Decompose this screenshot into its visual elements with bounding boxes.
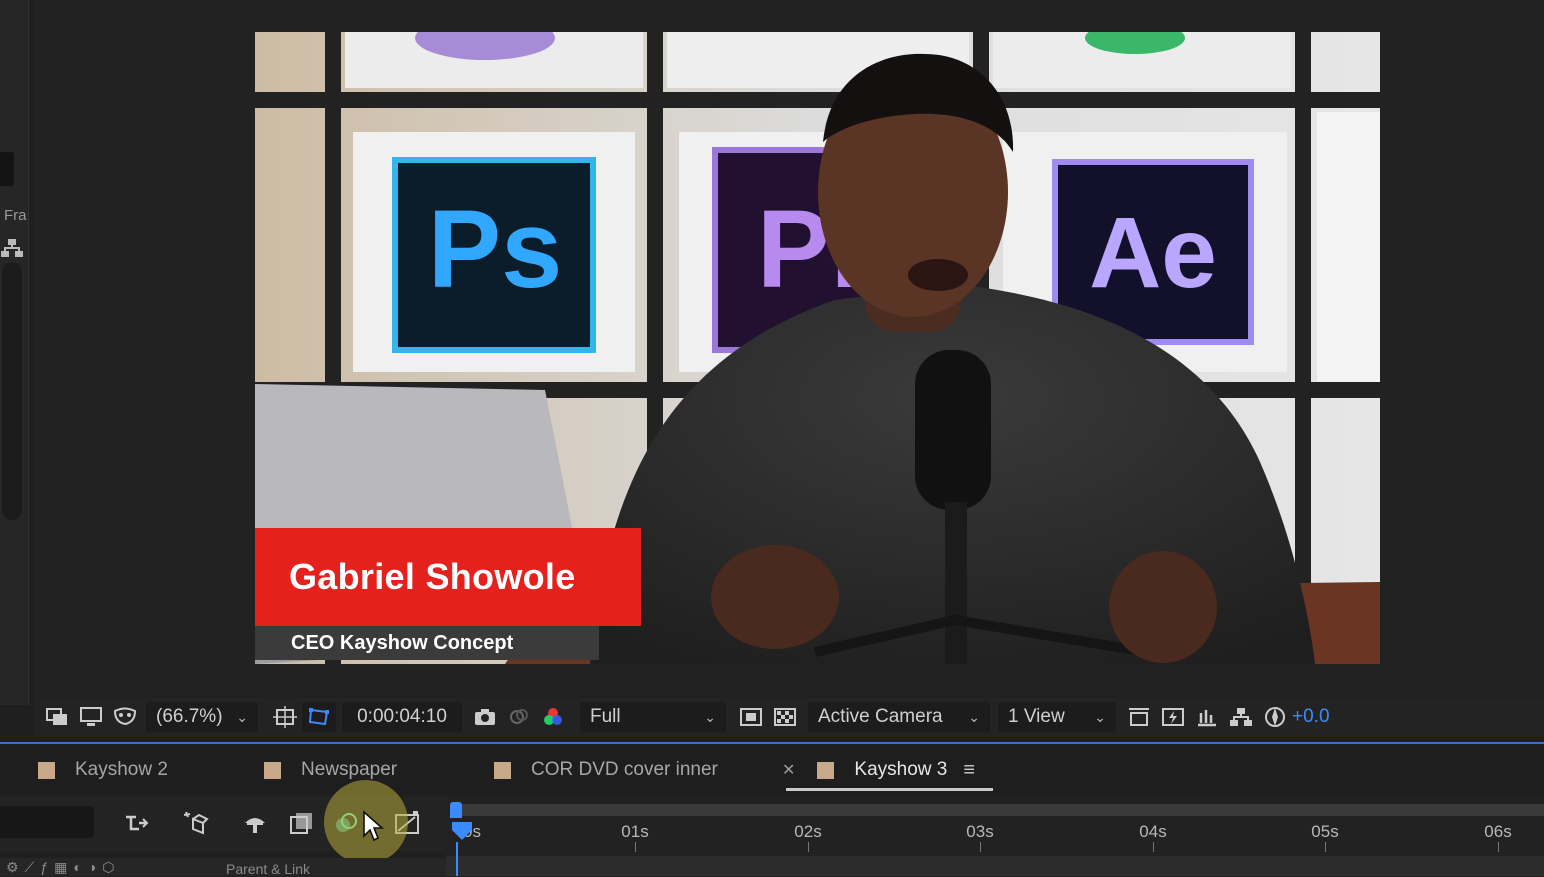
shy-layers-icon[interactable] [238, 806, 272, 840]
panel-divider [0, 742, 1544, 744]
active-tab-indicator [786, 788, 994, 791]
always-preview-icon[interactable] [40, 702, 74, 732]
ruler-tick-label: 02s [794, 822, 822, 841]
region-of-interest-icon[interactable] [734, 702, 768, 732]
ruler-tick [808, 842, 809, 852]
view-layout-dropdown[interactable]: 1 View ⌄ [998, 702, 1116, 732]
composition-mini-flowchart-icon[interactable] [120, 806, 154, 840]
ruler-tick [635, 842, 636, 852]
draft-3d-icon[interactable] [178, 806, 212, 840]
magnification-dropdown[interactable]: (66.7%) ⌄ [146, 702, 258, 732]
viewer-toolbar: (66.7%) ⌄ 0:00:04:10 Full ⌄ Active Camer… [34, 697, 1544, 737]
svg-text:Ps: Ps [428, 188, 563, 311]
tab-label: Newspaper [301, 759, 398, 780]
tab-label: Kayshow 2 [75, 759, 168, 780]
reset-exposure-icon[interactable] [1258, 702, 1292, 732]
camera-snapshot-icon[interactable] [468, 702, 502, 732]
toggle-pixel-aspect-icon[interactable] [1122, 702, 1156, 732]
playhead-icon[interactable] [452, 822, 472, 842]
tab-label: COR DVD cover inner [531, 759, 718, 780]
project-panel-edge: Fra [0, 0, 29, 705]
ruler-tick [1498, 842, 1499, 852]
timeline-tab-bar: Kayshow 2 Newspaper COR DVD cover inner … [0, 745, 1544, 793]
ruler-tick-label: 01s [621, 822, 649, 841]
tab-cor-dvd-cover-inner[interactable]: COR DVD cover inner [494, 755, 718, 785]
layer-track-area[interactable] [446, 856, 1544, 876]
current-time-indicator[interactable] [456, 842, 458, 876]
comp-flowchart-icon[interactable] [1224, 702, 1258, 732]
chevron-down-icon: ⌄ [704, 708, 716, 725]
monitor-output-icon[interactable] [74, 702, 108, 732]
timecode-search-field[interactable] [0, 806, 94, 838]
chevron-down-icon: ⌄ [968, 708, 980, 725]
ruler-tick [1325, 842, 1326, 852]
frame-blending-icon[interactable] [284, 806, 318, 840]
comp-color-swatch [817, 761, 835, 779]
ruler-tick-label: 06s [1484, 822, 1512, 841]
fast-previews-icon[interactable] [1156, 702, 1190, 732]
panel-scrollbar[interactable] [2, 262, 22, 520]
tab-newspaper[interactable]: Newspaper [264, 755, 397, 785]
comp-color-swatch [264, 761, 281, 779]
svg-text:Ae: Ae [1089, 197, 1217, 309]
resolution-value: Full [590, 706, 621, 727]
lower-third-name: Gabriel Showole [255, 528, 641, 626]
timeline-chart-icon[interactable] [1190, 702, 1224, 732]
exposure-value[interactable]: +0.0 [1292, 702, 1330, 732]
magnification-value: (66.7%) [156, 706, 223, 727]
chevron-down-icon: ⌄ [236, 708, 248, 725]
view-layout-value: 1 View [1008, 706, 1065, 727]
camera-view-value: Active Camera [818, 706, 943, 727]
ruler-tick-label: 03s [966, 822, 994, 841]
panel-menu-icon[interactable]: ≡ [963, 759, 975, 782]
composition-frame[interactable]: Ps Pr Ae Gabriel Showole CEO Kayshow Con… [255, 32, 1380, 664]
close-icon[interactable]: ✕ [782, 760, 795, 780]
flowchart-icon[interactable] [0, 236, 24, 260]
work-area-bar[interactable] [456, 804, 1544, 816]
current-time-display[interactable]: 0:00:04:10 [342, 702, 462, 732]
layer-columns-header: ⚙⟋ƒ▦◐◑⬡ Parent & Link [0, 858, 446, 877]
ruler-tick [980, 842, 981, 852]
ruler-tick-label: 05s [1311, 822, 1339, 841]
mouse-pointer-icon [363, 810, 384, 842]
frame-column-label: Fra [4, 207, 27, 224]
parent-link-column-label: Parent & Link [226, 861, 311, 877]
resolution-dropdown[interactable]: Full ⌄ [580, 702, 726, 732]
tab-kayshow-2[interactable]: Kayshow 2 [38, 755, 168, 785]
camera-view-dropdown[interactable]: Active Camera ⌄ [808, 702, 990, 732]
chevron-down-icon: ⌄ [1094, 708, 1106, 725]
transparency-grid-icon[interactable] [768, 702, 802, 732]
show-snapshot-icon[interactable] [502, 702, 536, 732]
mask-path-icon[interactable] [302, 702, 336, 732]
tab-label: Kayshow 3 [854, 759, 948, 780]
tab-kayshow-3[interactable]: ✕ Kayshow 3 ≡ [782, 755, 994, 791]
channel-rgb-icon[interactable] [536, 702, 570, 732]
comp-color-swatch [38, 761, 55, 779]
grid-guides-icon[interactable] [268, 702, 302, 732]
ruler-tick [1153, 842, 1154, 852]
comp-color-swatch [494, 761, 511, 779]
layer-switches-icons[interactable]: ⚙⟋ƒ▦◐◑⬡ [6, 859, 121, 876]
mask-visibility-icon[interactable] [108, 702, 142, 732]
ruler-tick-label: 04s [1139, 822, 1167, 841]
work-area-start-handle[interactable] [450, 802, 462, 818]
lower-third-title: CEO Kayshow Concept [255, 626, 599, 660]
time-ruler[interactable]: 0s 01s 02s 03s 04s 05s 06s [446, 796, 1544, 856]
panel-chip[interactable] [0, 152, 14, 186]
